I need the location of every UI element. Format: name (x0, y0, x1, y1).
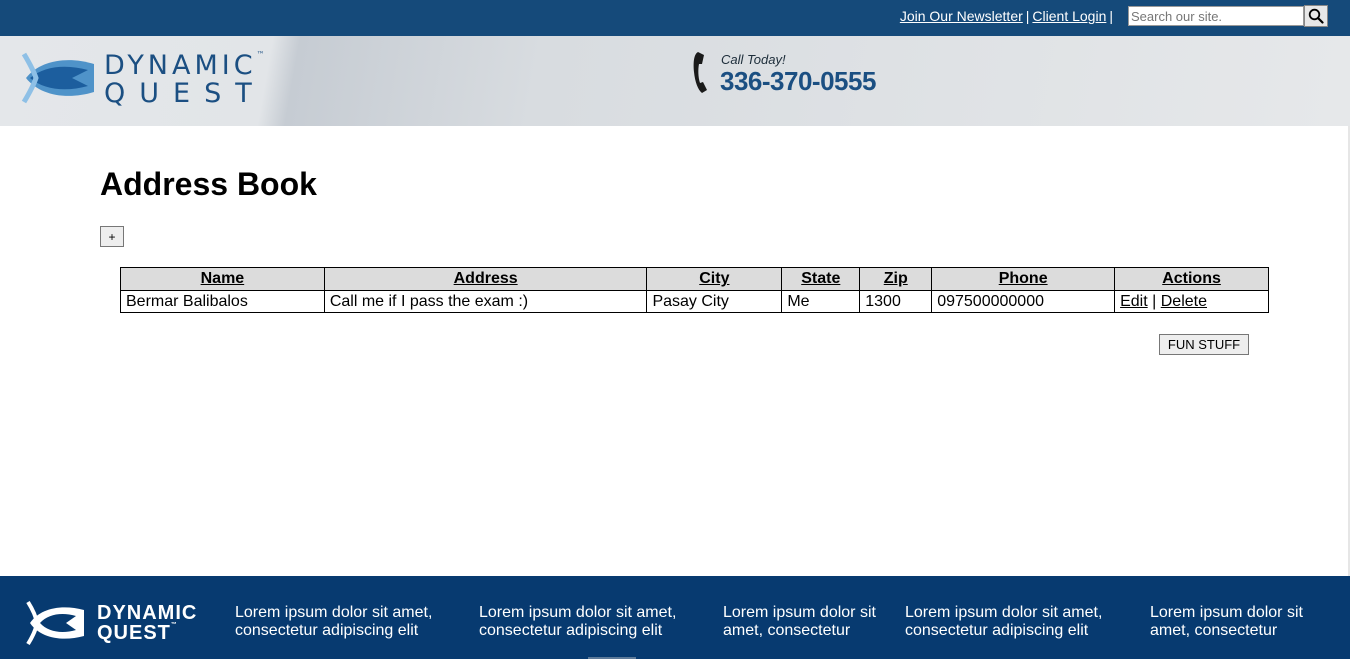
phone-handset-icon (693, 52, 707, 93)
table-header-row: Name Address City State Zip Phone Action… (120, 267, 1269, 291)
footer-text-line: consectetur adipiscing elit (479, 622, 663, 639)
phone-number: 336-370-0555 (720, 66, 876, 96)
table-row: Bermar Balibalos Call me if I pass the e… (120, 290, 1269, 313)
column-header-state[interactable]: State (781, 267, 861, 291)
column-header-address[interactable]: Address (323, 267, 648, 291)
footer-text-line: Lorem ipsum dolor sit amet, (235, 604, 433, 621)
footer-column: Lorem ipsum dolor sit amet, consectetur … (235, 604, 432, 640)
footer-text-line: Lorem ipsum dolor sit amet, (479, 604, 677, 621)
footer-logo-emblem-icon (26, 600, 84, 646)
top-links: Join Our Newsletter | Client Login | (900, 8, 1116, 24)
fun-stuff-button[interactable]: FUN STUFF (1159, 334, 1249, 355)
search-input[interactable] (1128, 6, 1304, 26)
footer-column: Lorem ipsum dolor sit amet, consectetur … (479, 604, 676, 640)
column-header-name[interactable]: Name (120, 267, 325, 291)
client-login-link[interactable]: Client Login (1032, 8, 1106, 24)
search-icon (1308, 8, 1324, 24)
column-header-actions[interactable]: Actions (1114, 267, 1269, 291)
cell-phone: 097500000000 (931, 290, 1116, 313)
logo-text-line1: DYNAMIC™ (104, 50, 265, 81)
footer-text-line: amet, consectetur (1150, 622, 1278, 639)
footer-text-line: Lorem ipsum dolor sit (723, 604, 876, 621)
footer-text-line: amet, consectetur (723, 622, 851, 639)
page-title: Address Book (100, 166, 317, 202)
footer-column: Lorem ipsum dolor sit amet, consectetur (1150, 604, 1303, 640)
logo-emblem-icon (21, 52, 94, 104)
column-header-phone[interactable]: Phone (931, 267, 1116, 291)
column-header-zip[interactable]: Zip (859, 267, 933, 291)
phone-block: Call Today! 336-370-0555 (692, 50, 892, 100)
footer-text-line: Lorem ipsum dolor sit amet, (905, 604, 1103, 621)
cell-city: Pasay City (646, 290, 783, 313)
address-table: Name Address City State Zip Phone Action… (120, 267, 1269, 313)
site-footer: DYNAMIC QUEST™ Lorem ipsum dolor sit ame… (0, 576, 1350, 659)
footer-text-line: consectetur adipiscing elit (905, 622, 1089, 639)
edit-link[interactable]: Edit (1120, 293, 1148, 310)
call-today-label: Call Today! (721, 52, 786, 67)
footer-column: Lorem ipsum dolor sit amet, consectetur … (905, 604, 1102, 640)
link-separator: | (1109, 8, 1113, 24)
cell-address: Call me if I pass the exam :) (323, 290, 648, 313)
site-header: DYNAMIC™ QUEST Call Today! 336-370-0555 (0, 36, 1350, 126)
footer-text-line: Lorem ipsum dolor sit (1150, 604, 1303, 621)
add-contact-button[interactable]: + (100, 226, 124, 247)
dynamic-quest-logo[interactable]: DYNAMIC™ QUEST (20, 48, 280, 118)
cell-name: Bermar Balibalos (120, 290, 325, 313)
delete-link[interactable]: Delete (1161, 293, 1207, 310)
footer-logo-line2: QUEST™ (97, 622, 178, 644)
newsletter-link[interactable]: Join Our Newsletter (900, 8, 1023, 24)
footer-text-line: consectetur adipiscing elit (235, 622, 419, 639)
action-separator: | (1152, 292, 1157, 310)
footer-logo[interactable]: DYNAMIC QUEST™ (26, 600, 226, 646)
cell-actions: Edit | Delete (1114, 290, 1269, 313)
logo-text-line2: QUEST (104, 78, 266, 109)
link-separator: | (1025, 8, 1030, 24)
column-header-city[interactable]: City (646, 267, 783, 291)
cell-state: Me (781, 290, 861, 313)
footer-column: Lorem ipsum dolor sit amet, consectetur (723, 604, 876, 640)
search-button[interactable] (1304, 5, 1328, 27)
top-bar: Join Our Newsletter | Client Login | (0, 0, 1350, 36)
cell-zip: 1300 (859, 290, 933, 313)
